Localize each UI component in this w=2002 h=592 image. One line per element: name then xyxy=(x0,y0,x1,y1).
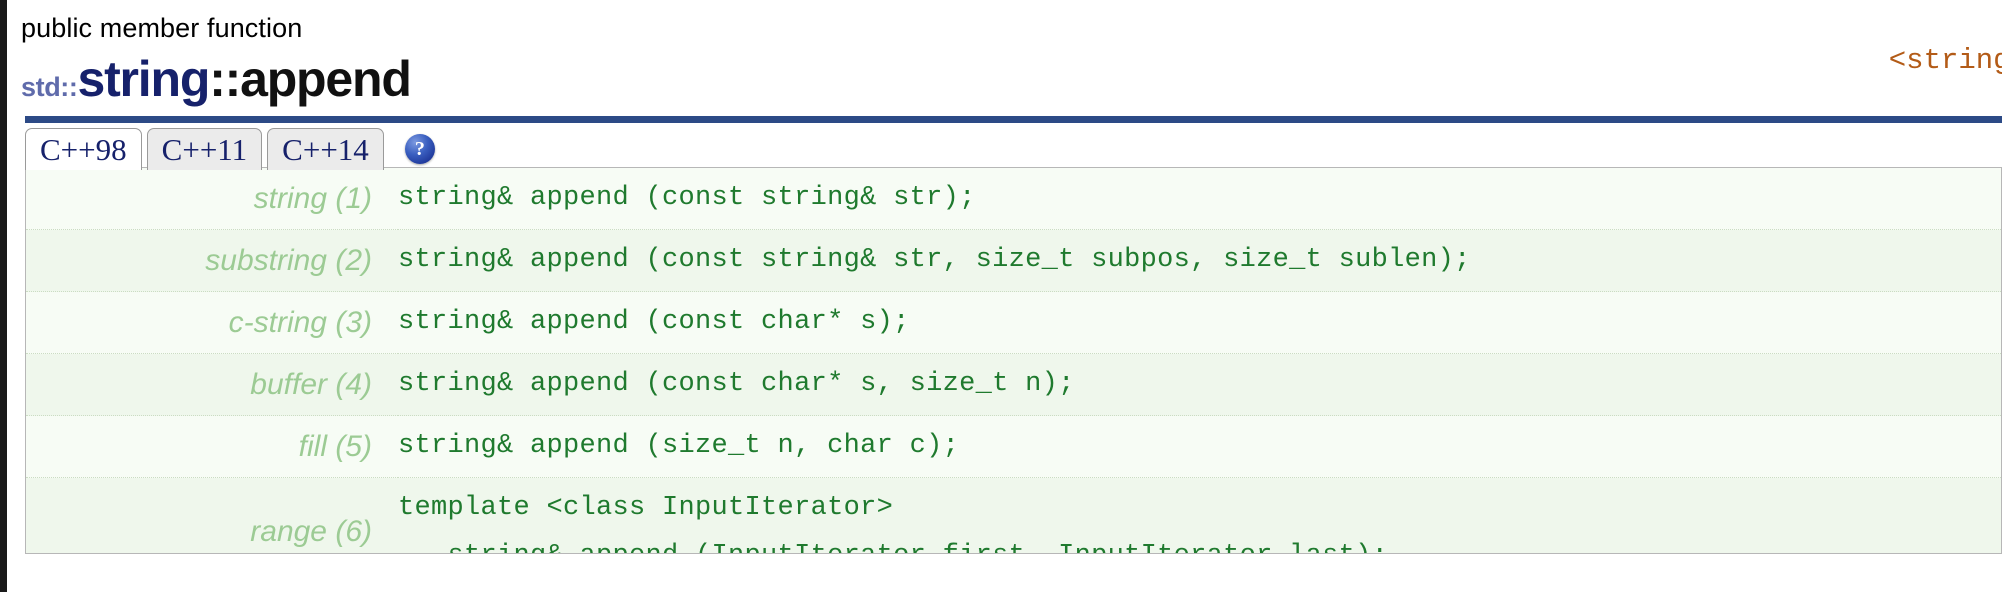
signature-code: string& append (const char* s, size_t n)… xyxy=(398,353,2001,416)
function-name: append xyxy=(240,51,412,107)
class-name: string xyxy=(77,51,210,107)
table-row: range (6) template <class InputIterator>… xyxy=(26,477,2001,553)
signature-table: string (1) string& append (const string&… xyxy=(26,168,2001,553)
signature-code: string& append (const string& str, size_… xyxy=(398,229,2001,292)
signature-label: string (1) xyxy=(26,168,398,230)
function-kind-label: public member function xyxy=(21,13,303,43)
standard-version-tabs: C++98 C++11 C++14 ? xyxy=(25,126,435,170)
page-left-border xyxy=(0,0,7,592)
signature-label: fill (5) xyxy=(26,415,398,478)
page-title: std::string::append xyxy=(21,52,2002,119)
header-include-tag[interactable]: <string> xyxy=(1889,44,2002,77)
tab-cpp11[interactable]: C++11 xyxy=(146,128,263,170)
tab-cpp98-label: C++98 xyxy=(40,132,127,167)
signature-label: range (6) xyxy=(26,477,398,553)
table-row: string (1) string& append (const string&… xyxy=(26,168,2001,230)
table-row: c-string (3) string& append (const char*… xyxy=(26,291,2001,354)
signature-code: string& append (const char* s); xyxy=(398,291,2001,354)
signature-code: string& append (size_t n, char c); xyxy=(398,415,2001,478)
help-icon-glyph: ? xyxy=(414,137,425,160)
header-divider xyxy=(25,116,2002,123)
namespace-prefix: std:: xyxy=(21,72,78,102)
tab-cpp98[interactable]: C++98 xyxy=(25,128,142,170)
page-header: public member function std::string::appe… xyxy=(7,0,2002,108)
tab-cpp14[interactable]: C++14 xyxy=(267,128,384,170)
tab-cpp14-label: C++14 xyxy=(282,132,369,167)
table-row: substring (2) string& append (const stri… xyxy=(26,229,2001,292)
tab-cpp11-label: C++11 xyxy=(161,132,248,167)
signature-code: template <class InputIterator> string& a… xyxy=(398,477,2001,553)
signature-label: c-string (3) xyxy=(26,291,398,354)
signature-code: string& append (const string& str); xyxy=(398,168,2001,230)
signature-label: substring (2) xyxy=(26,229,398,292)
reference-page: public member function std::string::appe… xyxy=(7,0,2002,592)
help-icon[interactable]: ? xyxy=(404,134,435,164)
scope-separator: :: xyxy=(209,51,241,107)
signature-panel: string (1) string& append (const string&… xyxy=(25,167,2002,554)
table-row: buffer (4) string& append (const char* s… xyxy=(26,353,2001,416)
signature-label: buffer (4) xyxy=(26,353,398,416)
table-row: fill (5) string& append (size_t n, char … xyxy=(26,415,2001,478)
